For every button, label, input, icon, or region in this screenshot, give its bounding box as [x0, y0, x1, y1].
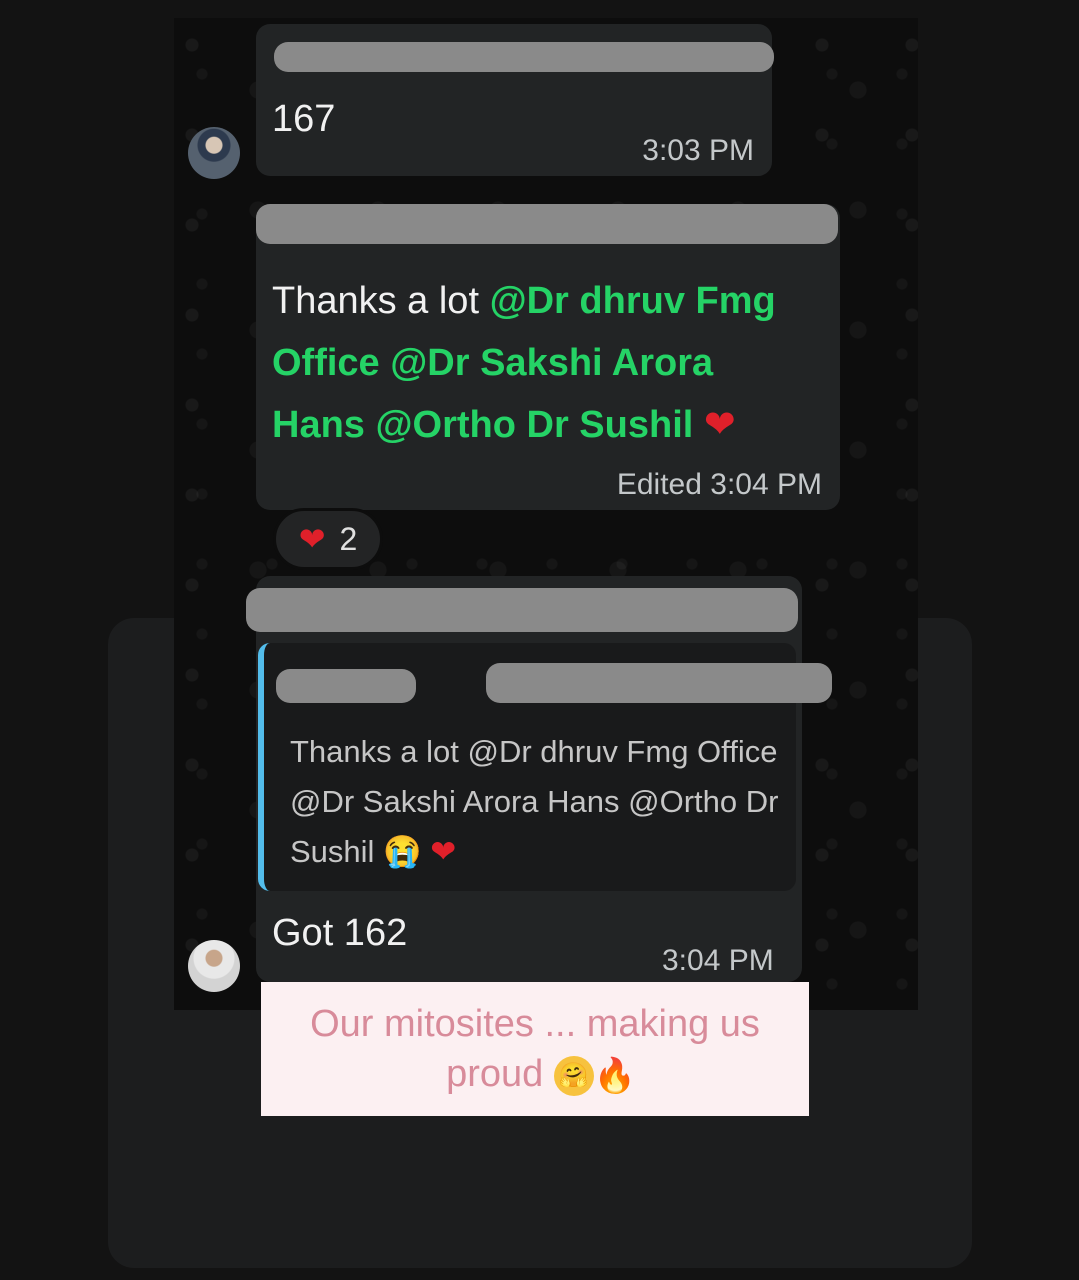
redacted-sender-header: [246, 588, 798, 632]
mention-dhruv[interactable]: @Dr dhruv Fmg: [490, 280, 776, 322]
message-time: 3:04 PM: [710, 468, 822, 501]
story-caption: Our mitosites ... making us proud 🤗 🔥: [261, 982, 809, 1116]
message-time: 3:04 PM: [662, 944, 774, 977]
message-meta: Edited 3:04 PM: [617, 468, 822, 502]
message-plain-text: Thanks a lot: [272, 280, 490, 322]
message-text: Got 162: [272, 912, 408, 954]
message-bubble-2[interactable]: Thanks a lot @Dr dhruv Fmg Office @Dr Sa…: [256, 204, 840, 510]
quoted-message[interactable]: Thanks a lot @Dr dhruv Fmg Office @Dr Sa…: [258, 643, 832, 891]
quoted-text: Thanks a lot @Dr dhruv Fmg Office @Dr Sa…: [290, 734, 779, 869]
mention-sakshi[interactable]: Office @Dr Sakshi Arora: [272, 342, 713, 384]
heart-reaction-icon: ❤: [298, 521, 326, 557]
message-bubble-1[interactable]: 167 3:03 PM: [256, 24, 774, 176]
caption-text: Our mitosites ... making us proud: [310, 1003, 760, 1095]
mention-sushil[interactable]: Hans @Ortho Dr Sushil: [272, 404, 693, 446]
message-time: 3:03 PM: [642, 134, 754, 167]
heart-emoji-icon: ❤: [430, 834, 457, 869]
redacted-sender-header: [256, 204, 838, 244]
sender-avatar[interactable]: [188, 127, 240, 179]
heart-emoji-icon: ❤: [703, 404, 736, 446]
redacted-sender-name: [274, 42, 774, 72]
message-text: 167: [272, 98, 336, 140]
message-text: Thanks a lot @Dr dhruv Fmg Office @Dr Sa…: [272, 270, 832, 456]
redacted-quoted-number: [486, 663, 832, 703]
hugging-face-icon: 🤗: [553, 1055, 594, 1096]
reaction-count: 2: [339, 520, 358, 557]
reaction-chip[interactable]: ❤ 2: [273, 508, 383, 570]
redacted-quoted-sender: [276, 669, 416, 703]
sender-avatar[interactable]: [188, 940, 240, 992]
crying-emoji-icon: 😭: [383, 834, 422, 869]
edited-label: Edited: [616, 468, 702, 501]
fire-icon: 🔥: [593, 1056, 637, 1095]
